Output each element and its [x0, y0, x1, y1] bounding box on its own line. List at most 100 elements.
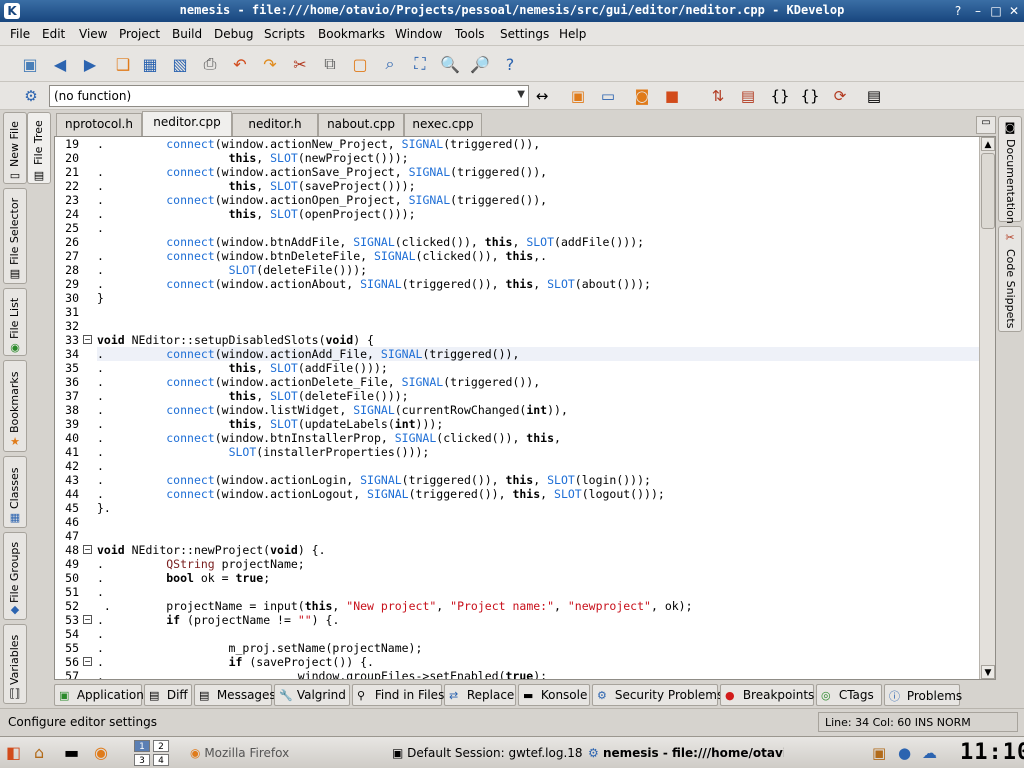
tab-file-groups[interactable]: File Groups ◆: [3, 532, 27, 620]
code-line[interactable]: . this, SLOT(addFile()));: [97, 361, 388, 375]
klipper-icon[interactable]: ▣: [872, 741, 892, 765]
terminal-icon[interactable]: ▬: [64, 741, 86, 765]
weather-icon[interactable]: ☁: [922, 741, 942, 765]
fold-toggle-icon[interactable]: −: [83, 545, 92, 554]
code-line[interactable]: . QString projectName;: [97, 557, 305, 571]
minimize-button[interactable]: –: [970, 3, 986, 19]
code-line[interactable]: . projectName = input(this, "New project…: [97, 599, 693, 613]
tab-nabout-cpp[interactable]: nabout.cpp: [318, 113, 404, 136]
menu-window[interactable]: Window: [395, 27, 442, 41]
tab-ctags[interactable]: ◎ CTags: [816, 684, 882, 706]
help-button[interactable]: ?: [950, 3, 966, 19]
code-line[interactable]: this, SLOT(newProject()));: [97, 151, 409, 165]
tab-security-problems[interactable]: ⚙ Security Problems: [592, 684, 723, 706]
class-browser-icon[interactable]: ⚙: [19, 84, 43, 108]
tab-neditor-cpp[interactable]: neditor.cpp: [142, 111, 232, 136]
code-line[interactable]: . connect(window.actionLogin, SIGNAL(tri…: [97, 473, 651, 487]
notes-icon[interactable]: ▤: [862, 84, 886, 108]
code-line[interactable]: . bool ok = true;: [97, 571, 270, 585]
code-line[interactable]: . connect(window.actionAbout, SIGNAL(tri…: [97, 277, 651, 291]
code-line[interactable]: . connect(window.actionLogout, SIGNAL(tr…: [97, 487, 665, 501]
close-tab-icon[interactable]: ▭: [976, 116, 996, 134]
code-line[interactable]: . if (projectName != "") {.: [97, 613, 339, 627]
code-line[interactable]: . connect(window.actionDelete_File, SIGN…: [97, 375, 540, 389]
code-area[interactable]: . connect(window.actionNew_Project, SIGN…: [97, 137, 979, 679]
jump-icon[interactable]: ⟳: [828, 84, 852, 108]
scroll-thumb[interactable]: [981, 153, 995, 229]
tab-documentation[interactable]: ◙ Documentation: [998, 116, 1022, 224]
tab-breakpoints[interactable]: ● Breakpoints: [720, 684, 814, 706]
code-line[interactable]: . this, SLOT(updateLabels(int)));: [97, 417, 443, 431]
tab-variables[interactable]: Variables ⟦⟧: [3, 624, 27, 704]
chevron-down-icon[interactable]: ▼: [517, 89, 525, 100]
tab-bookmarks[interactable]: Bookmarks ★: [3, 360, 27, 452]
code-line[interactable]: . connect(window.actionNew_Project, SIGN…: [97, 137, 540, 151]
tab-find-in-files[interactable]: ⚲ Find in Files: [352, 684, 444, 706]
tab-new-file[interactable]: New File ▭: [3, 112, 27, 184]
code-line[interactable]: . m_proj.setName(projectName);: [97, 641, 422, 655]
frame-icon[interactable]: ▭: [596, 84, 620, 108]
desktop-2[interactable]: 2: [153, 740, 169, 752]
document-icon[interactable]: ▤: [736, 84, 760, 108]
close-button[interactable]: ✕: [1006, 3, 1022, 19]
tab-nexec-cpp[interactable]: nexec.cpp: [404, 113, 482, 136]
code-line[interactable]: . SLOT(deleteFile()));: [97, 263, 367, 277]
code-line[interactable]: . if (saveProject()) {.: [97, 655, 374, 669]
code-line[interactable]: }.: [97, 501, 111, 515]
code-line[interactable]: . this, SLOT(saveProject()));: [97, 179, 416, 193]
save-all-icon[interactable]: ▧: [167, 51, 193, 77]
code-line[interactable]: . connect(window.btnDeleteFile, SIGNAL(c…: [97, 249, 547, 263]
desktop-4[interactable]: 4: [153, 754, 169, 766]
code-line[interactable]: .: [97, 221, 104, 235]
sort-icon[interactable]: ⇅: [706, 84, 730, 108]
tab-valgrind[interactable]: 🔧 Valgrind: [274, 684, 350, 706]
menu-settings[interactable]: Settings: [500, 27, 549, 41]
fold-toggle-icon[interactable]: −: [83, 657, 92, 666]
menu-file[interactable]: File: [10, 27, 30, 41]
firefox-icon[interactable]: ◉: [94, 741, 116, 765]
task-konsole[interactable]: ▣ Default Session: gwtef.log.18: [392, 741, 586, 765]
code-line[interactable]: . connect(window.btnInstallerProp, SIGNA…: [97, 431, 561, 445]
menu-scripts[interactable]: Scripts: [264, 27, 305, 41]
code-line[interactable]: . this, SLOT(deleteFile()));: [97, 389, 409, 403]
tab-file-selector[interactable]: File Selector ▤: [3, 188, 27, 284]
network-icon[interactable]: ●: [898, 741, 918, 765]
toggle-icon[interactable]: ↔: [530, 84, 554, 108]
code-line[interactable]: .: [97, 459, 104, 473]
cut-icon[interactable]: ✂: [287, 51, 313, 77]
tab-file-list[interactable]: File List ◉: [3, 288, 27, 356]
new-file-icon[interactable]: ❑: [110, 51, 136, 77]
paste-icon[interactable]: ▢: [347, 51, 373, 77]
brace-open-icon[interactable]: {}: [768, 84, 792, 108]
code-line[interactable]: .: [97, 585, 104, 599]
code-line[interactable]: . connect(window.listWidget, SIGNAL(curr…: [97, 403, 568, 417]
code-editor[interactable]: 19 20 21 22 23 24 25 26 27 28 29 30 31 32 33 34 35 36 37 38…: [54, 136, 996, 680]
code-line[interactable]: void NEditor::setupDisabledSlots(void) {: [97, 333, 374, 347]
menu-debug[interactable]: Debug: [214, 27, 253, 41]
code-line[interactable]: . this, SLOT(openProject()));: [97, 207, 416, 221]
tab-nprotocol-h[interactable]: nprotocol.h: [56, 113, 142, 136]
scroll-down-icon[interactable]: ▼: [981, 665, 995, 679]
tab-file-tree[interactable]: File Tree ▤: [27, 112, 51, 184]
menu-project[interactable]: Project: [119, 27, 160, 41]
code-line[interactable]: }: [97, 291, 104, 305]
vertical-scrollbar[interactable]: ▲ ▼: [979, 137, 995, 679]
code-line[interactable]: . connect(window.actionAdd_File, SIGNAL(…: [97, 347, 519, 361]
copy-icon[interactable]: ⧉: [317, 51, 343, 77]
tab-problems[interactable]: ⓘ Problems: [884, 684, 962, 706]
code-line[interactable]: . connect(window.actionSave_Project, SIG…: [97, 165, 547, 179]
whats-this-icon[interactable]: ?: [497, 51, 523, 77]
task-kdevelop[interactable]: ⚙ nemesis - file:///home/otavio: [588, 741, 784, 765]
tab-diff[interactable]: ▤ Diff: [144, 684, 192, 706]
code-line[interactable]: . SLOT(installerProperties()));: [97, 445, 429, 459]
print-icon[interactable]: ⎙: [197, 51, 223, 77]
refresh-icon[interactable]: ◙: [630, 84, 654, 108]
tab-classes[interactable]: Classes ▦: [3, 456, 27, 528]
desktop-1[interactable]: 1: [134, 740, 150, 752]
menu-help[interactable]: Help: [559, 27, 586, 41]
tab-neditor-h[interactable]: neditor.h: [232, 113, 318, 136]
menu-tools[interactable]: Tools: [455, 27, 485, 41]
redo-icon[interactable]: ↷: [257, 51, 283, 77]
code-line[interactable]: . connect(window.actionOpen_Project, SIG…: [97, 193, 547, 207]
home-icon[interactable]: ⌂: [34, 741, 56, 765]
